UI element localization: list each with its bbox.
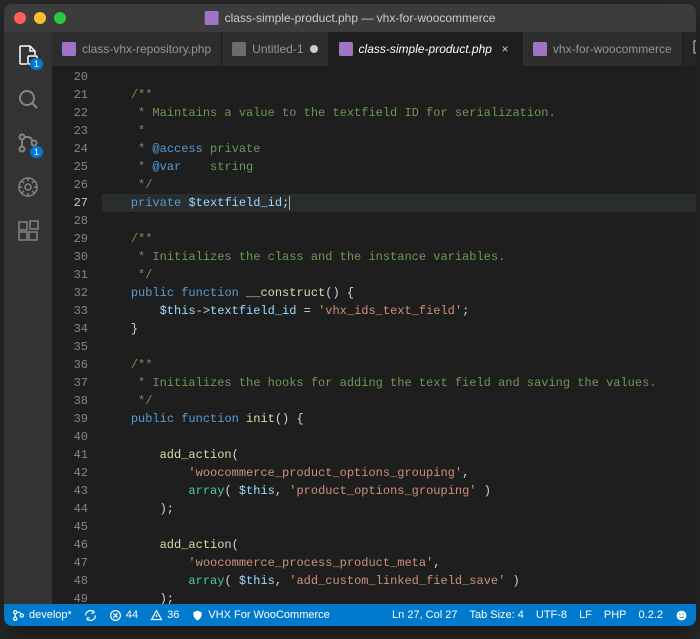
version[interactable]: 0.2.2 <box>639 609 663 621</box>
code-editor[interactable]: 2021222324252627282930313233343536373839… <box>52 66 696 604</box>
tab-0[interactable]: class-vhx-repository.php <box>52 32 222 66</box>
close-window-button[interactable] <box>14 12 26 24</box>
search-icon[interactable] <box>15 86 41 112</box>
tab-label: class-simple-product.php <box>359 42 492 56</box>
code-content[interactable]: /** * Maintains a value to the textfield… <box>102 66 696 604</box>
close-tab-icon[interactable]: × <box>498 42 512 56</box>
error-count-value: 44 <box>126 609 138 621</box>
tab-label: vhx-for-woocommerce <box>553 42 672 56</box>
eol[interactable]: LF <box>579 609 592 621</box>
tab-bar: class-vhx-repository.php Untitled-1 class-… <box>52 32 696 66</box>
tab-3[interactable]: vhx-for-woocommerce <box>523 32 683 66</box>
explorer-badge: 1 <box>30 58 43 70</box>
scm-badge: 1 <box>30 146 43 158</box>
php-file-icon <box>205 11 219 25</box>
editor-area: class-vhx-repository.php Untitled-1 class-… <box>52 32 696 604</box>
window-title-text: class-simple-product.php — vhx-for-wooco… <box>225 11 496 25</box>
php-file-icon <box>62 42 76 56</box>
tab-label: class-vhx-repository.php <box>82 42 211 56</box>
dirty-indicator-icon <box>310 45 318 53</box>
php-file-icon <box>533 42 547 56</box>
project-name-value: VHX For WooCommerce <box>208 609 329 621</box>
traffic-lights <box>14 12 66 24</box>
titlebar[interactable]: class-simple-product.php — vhx-for-wooco… <box>4 4 696 32</box>
error-count[interactable]: 44 <box>109 609 138 622</box>
editor-window: class-simple-product.php — vhx-for-wooco… <box>4 4 696 626</box>
activity-bar: 1 1 <box>4 32 52 604</box>
sync-button[interactable] <box>84 609 97 622</box>
git-branch[interactable]: develop* <box>12 609 72 622</box>
tab-size[interactable]: Tab Size: 4 <box>469 609 523 621</box>
tab-label: Untitled-1 <box>252 42 303 56</box>
window-title: class-simple-product.php — vhx-for-wooco… <box>205 11 496 25</box>
extensions-icon[interactable] <box>15 218 41 244</box>
maximize-window-button[interactable] <box>54 12 66 24</box>
line-numbers: 2021222324252627282930313233343536373839… <box>52 66 102 604</box>
tab-actions <box>683 32 696 66</box>
main-area: 1 1 class-vhx-repository.phpUntitled-1cl… <box>4 32 696 604</box>
split-editor-icon[interactable] <box>693 39 696 60</box>
tab-2[interactable]: class-simple-product.php × <box>329 32 523 66</box>
language-mode[interactable]: PHP <box>604 609 627 621</box>
tab-1[interactable]: Untitled-1 <box>222 32 328 66</box>
source-control-icon[interactable]: 1 <box>15 130 41 156</box>
cursor-position[interactable]: Ln 27, Col 27 <box>392 609 457 621</box>
feedback-icon[interactable] <box>675 609 688 622</box>
encoding[interactable]: UTF-8 <box>536 609 567 621</box>
project-name[interactable]: VHX For WooCommerce <box>191 609 329 622</box>
status-bar: develop* 44 36 VHX For WooCommerce Ln 27… <box>4 604 696 626</box>
debug-icon[interactable] <box>15 174 41 200</box>
explorer-icon[interactable]: 1 <box>15 42 41 68</box>
warning-count-value: 36 <box>167 609 179 621</box>
php-file-icon <box>339 42 353 56</box>
file-file-icon <box>232 42 246 56</box>
minimize-window-button[interactable] <box>34 12 46 24</box>
warning-count[interactable]: 36 <box>150 609 179 622</box>
branch-name: develop* <box>29 609 72 621</box>
